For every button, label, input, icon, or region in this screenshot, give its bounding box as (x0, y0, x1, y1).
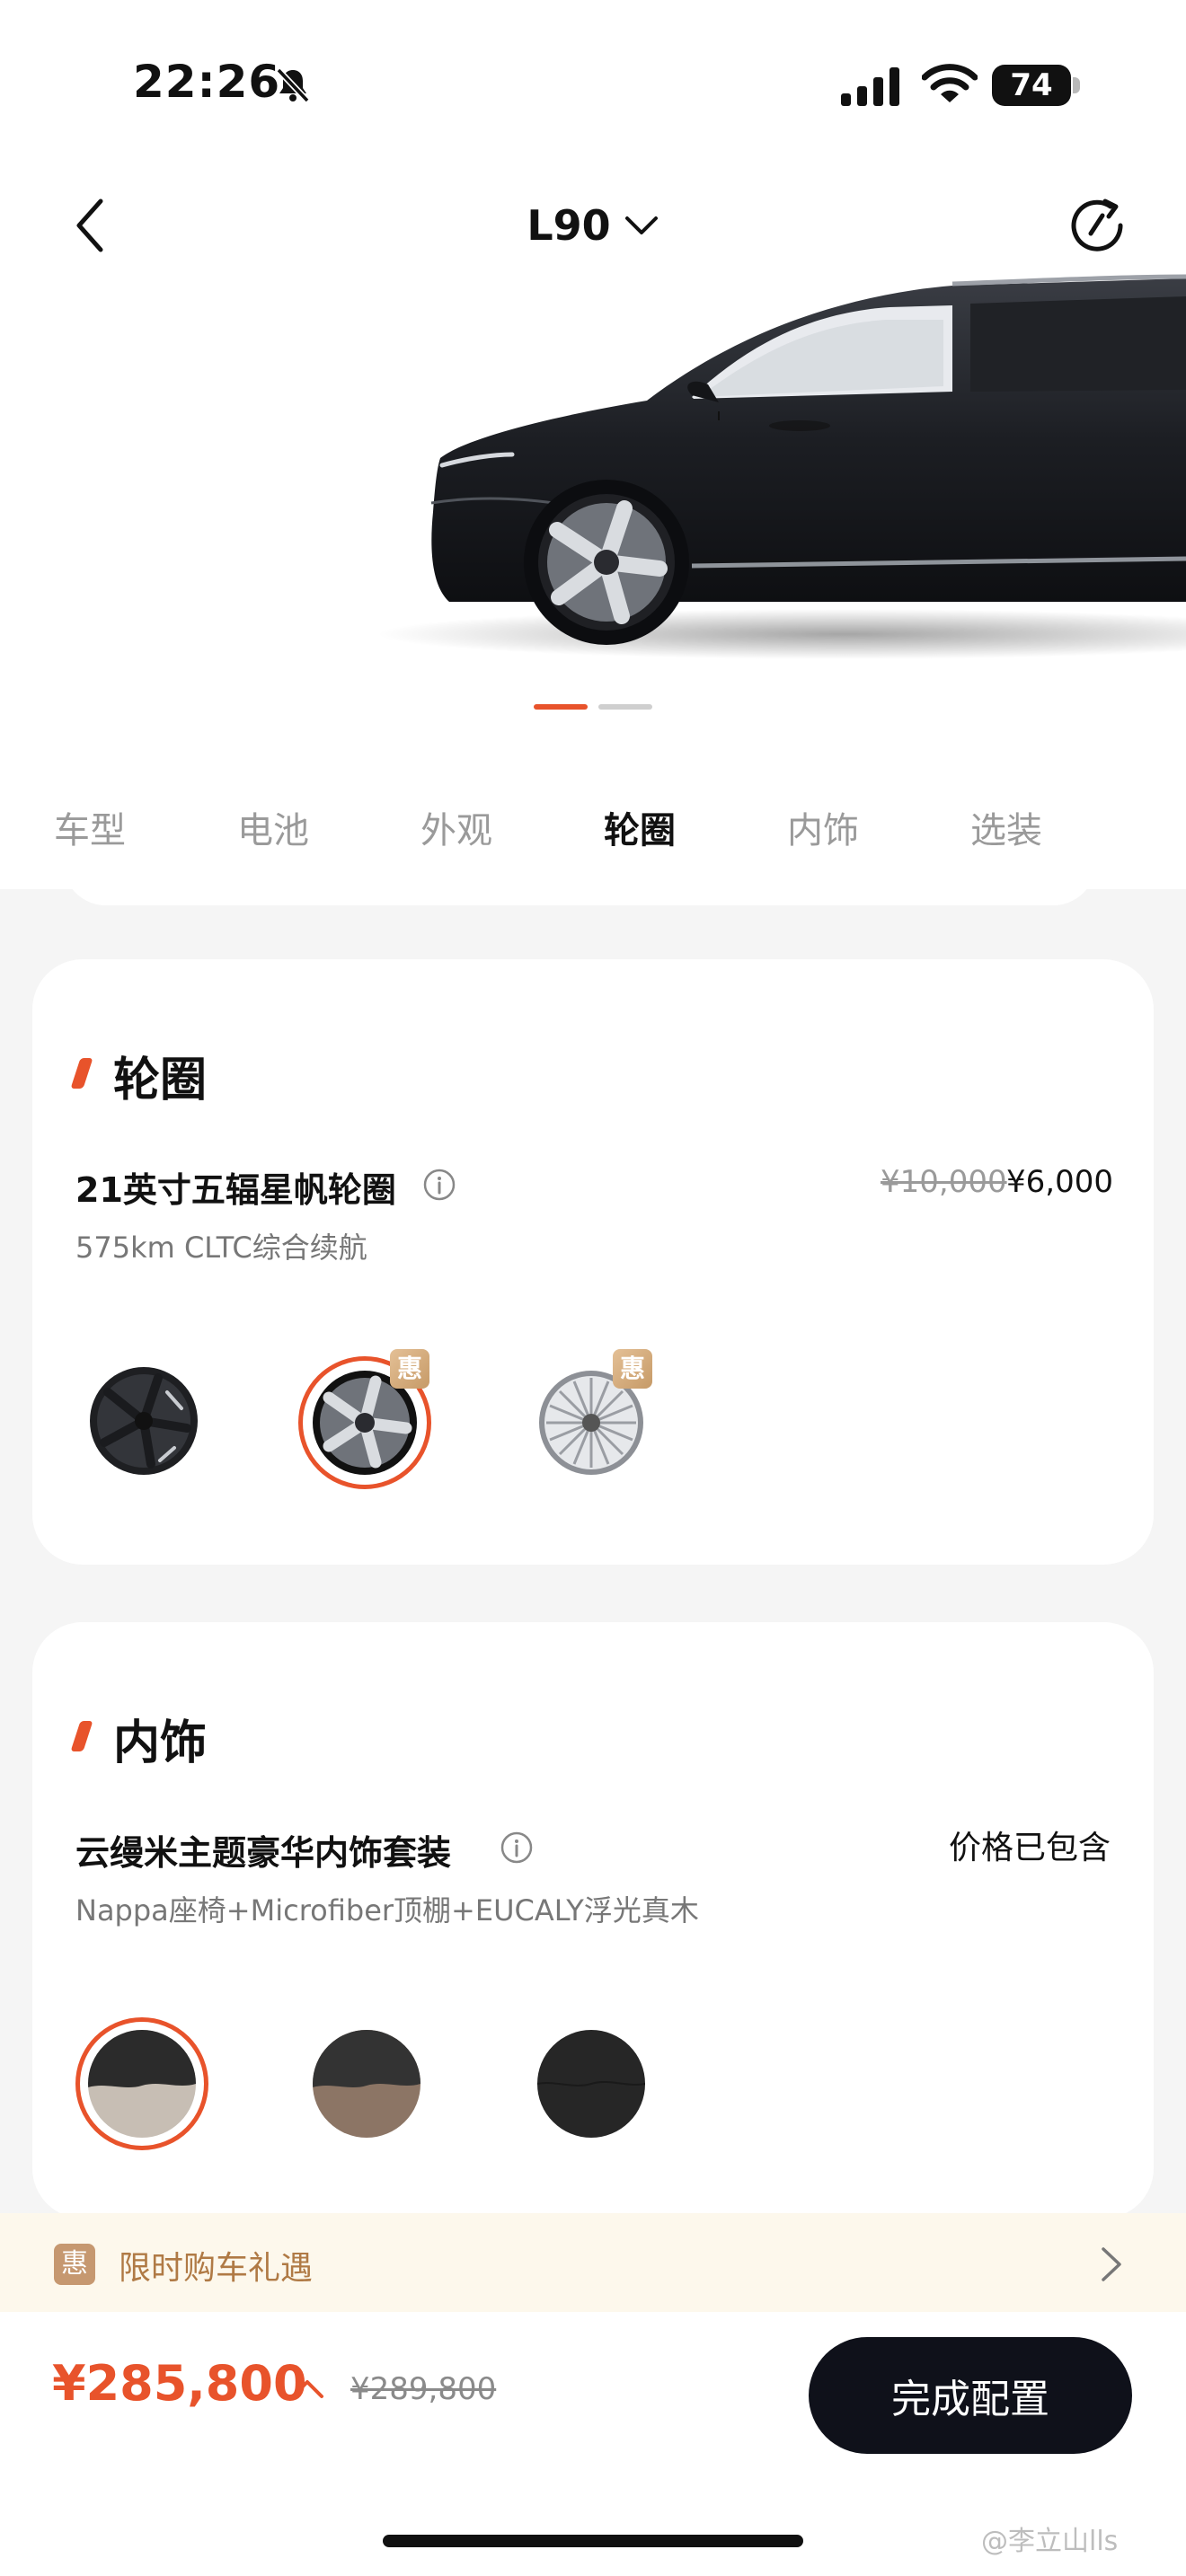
wheel-range-description: 575km CLTC综合续航 (75, 1231, 367, 1265)
promo-badge: 惠 (54, 2244, 95, 2285)
model-title: L90 (527, 201, 611, 250)
current-price: ¥285,800 (52, 2355, 307, 2412)
tab-interior[interactable]: 内饰 (787, 790, 859, 871)
wheel-section-title: 轮圈 (113, 1054, 208, 1107)
interior-section-title: 内饰 (113, 1716, 208, 1770)
info-icon[interactable] (422, 1168, 456, 1202)
interior-option-cloud-cream[interactable] (88, 2030, 196, 2138)
interior-option-brown[interactable] (313, 2030, 420, 2138)
interior-card: 内饰 云缦米主题豪华内饰套装 Nappa座椅+Microfiber顶棚+EUCA… (32, 1622, 1154, 2219)
carousel-dots[interactable] (534, 704, 652, 710)
previous-card-edge (63, 862, 1096, 905)
bell-slash-icon (276, 67, 310, 103)
section-accent-mark (70, 1058, 93, 1089)
wheel-price-new: ¥6,000 (1006, 1164, 1113, 1200)
interior-materials-description: Nappa座椅+Microfiber顶棚+EUCALY浮光真木 (75, 1893, 699, 1928)
wifi-icon (922, 64, 978, 102)
discount-badge: 惠 (613, 1349, 652, 1389)
carousel-dot[interactable] (598, 704, 652, 710)
tab-model[interactable]: 车型 (54, 790, 126, 871)
tab-battery[interactable]: 电池 (237, 790, 309, 871)
chevron-up-icon[interactable] (289, 2377, 325, 2402)
cellular-signal-icon (841, 67, 899, 106)
original-price: ¥289,800 (350, 2371, 497, 2407)
model-selector[interactable]: L90 (503, 194, 683, 257)
wheel-card: 轮圈 21英寸五辐星帆轮圈 575km CLTC综合续航 ¥10,000 ¥6,… (32, 959, 1154, 1565)
home-indicator[interactable] (383, 2535, 803, 2547)
section-accent-mark (70, 1721, 93, 1751)
config-tabs: 车型 电池 外观 轮圈 内饰 选装 (0, 790, 1186, 871)
chevron-down-icon (624, 216, 658, 234)
promo-label: 限时购车礼遇 (119, 2250, 314, 2287)
battery-cap (1073, 77, 1080, 93)
info-icon[interactable] (500, 1831, 534, 1865)
tab-options[interactable]: 选装 (970, 790, 1042, 871)
discount-badge: 惠 (390, 1349, 429, 1389)
wheel-option-black-aero[interactable] (88, 1365, 199, 1477)
back-chevron-icon[interactable] (68, 196, 113, 255)
chevron-right-icon (1102, 2247, 1121, 2281)
tab-exterior[interactable]: 外观 (420, 790, 492, 871)
finish-configuration-button[interactable]: 完成配置 (809, 2337, 1132, 2454)
wheel-price-old: ¥10,000 (881, 1164, 1007, 1200)
battery-level: 74 (992, 65, 1071, 106)
bottom-bar: ¥285,800 ¥289,800 完成配置 @李立山lls (0, 2312, 1186, 2576)
reset-icon[interactable] (1066, 194, 1128, 257)
tab-wheels[interactable]: 轮圈 (604, 790, 676, 871)
car-image (377, 274, 1186, 659)
limited-offer-bar[interactable]: 惠 限时购车礼遇 (0, 2213, 1186, 2312)
interior-option-name: 云缦米主题豪华内饰套装 (75, 1833, 452, 1873)
carousel-dot[interactable] (534, 704, 588, 710)
interior-option-black[interactable] (537, 2030, 645, 2138)
watermark: @李立山lls (981, 2526, 1119, 2557)
wheel-option-name: 21英寸五辐星帆轮圈 (75, 1170, 396, 1210)
status-time: 22:26 (133, 56, 281, 108)
interior-price-note: 价格已包含 (949, 1830, 1111, 1866)
